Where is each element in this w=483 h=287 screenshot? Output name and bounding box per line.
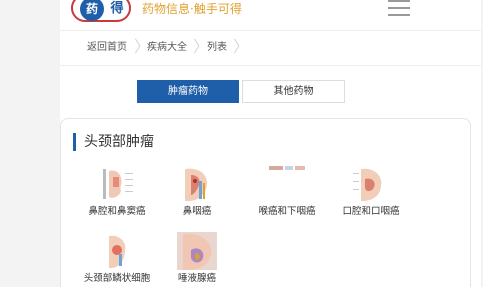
chevron-right-icon: 〉 — [193, 37, 210, 56]
header: 药 得 药物信息·触手可得 — [60, 0, 481, 30]
disease-label: 喉癌和下咽癌 — [258, 206, 316, 217]
larynx-hypopharynx-cancer-image — [267, 165, 307, 203]
tab-other-drugs[interactable]: 其他药物 — [242, 80, 345, 103]
disease-item-salivary-gland-cancer[interactable]: 唾液腺癌 — [152, 232, 242, 285]
disease-label: 鼻腔和鼻窦癌 — [88, 206, 146, 217]
disease-item-nasal-sinus-cancer[interactable]: 鼻腔和鼻窦癌 — [72, 165, 162, 218]
disease-label: 头颈部鳞状细胞 — [83, 273, 151, 284]
logo-char-2: 得 — [110, 1, 124, 16]
section-title: 头颈部肿瘤 — [73, 133, 154, 151]
breadcrumb-disease-list-link[interactable]: 疾病大全 — [147, 41, 187, 55]
disease-item-oral-oropharyngeal-cancer[interactable]: 口腔和口咽癌 — [326, 165, 416, 218]
breadcrumb: 返回首页 〉 疾病大全 〉 列表 〉 — [60, 30, 481, 66]
slogan: 药物信息·触手可得 — [142, 2, 242, 16]
oral-oropharyngeal-cancer-image — [351, 165, 391, 203]
chevron-right-icon: 〉 — [134, 37, 151, 56]
head-neck-tumor-card: 头颈部肿瘤 鼻腔和鼻窦癌 鼻咽癌 喉癌和下咽癌 口腔和口咽癌 头颈部鳞状细胞 唾… — [60, 118, 471, 287]
disease-item-nasopharyngeal-cancer[interactable]: 鼻咽癌 — [152, 165, 242, 218]
hamburger-menu-icon[interactable] — [388, 0, 412, 18]
breadcrumb-home-link[interactable]: 返回首页 — [87, 41, 127, 55]
breadcrumb-current[interactable]: 列表 — [207, 41, 227, 55]
disease-label: 唾液腺癌 — [177, 273, 216, 284]
salivary-gland-cancer-image — [177, 232, 217, 270]
chevron-right-icon: 〉 — [233, 37, 250, 56]
tab-tumor-drugs[interactable]: 肿瘤药物 — [137, 80, 239, 103]
nasopharyngeal-cancer-image — [177, 165, 217, 203]
disease-item-larynx-hypopharynx-cancer[interactable]: 喉癌和下咽癌 — [242, 165, 332, 218]
nasal-sinus-cancer-image — [97, 165, 137, 203]
logo[interactable]: 药 得 — [71, 0, 131, 22]
disease-item-head-neck-squamous-cell[interactable]: 头颈部鳞状细胞 — [72, 232, 162, 285]
page: 药 得 药物信息·触手可得 返回首页 〉 疾病大全 〉 列表 〉 肿瘤药物 其他… — [60, 0, 481, 287]
logo-char-1: 药 — [80, 0, 104, 21]
disease-label: 鼻咽癌 — [182, 206, 212, 217]
head-neck-squamous-cell-image — [97, 232, 137, 270]
disease-label: 口腔和口咽癌 — [342, 206, 400, 217]
